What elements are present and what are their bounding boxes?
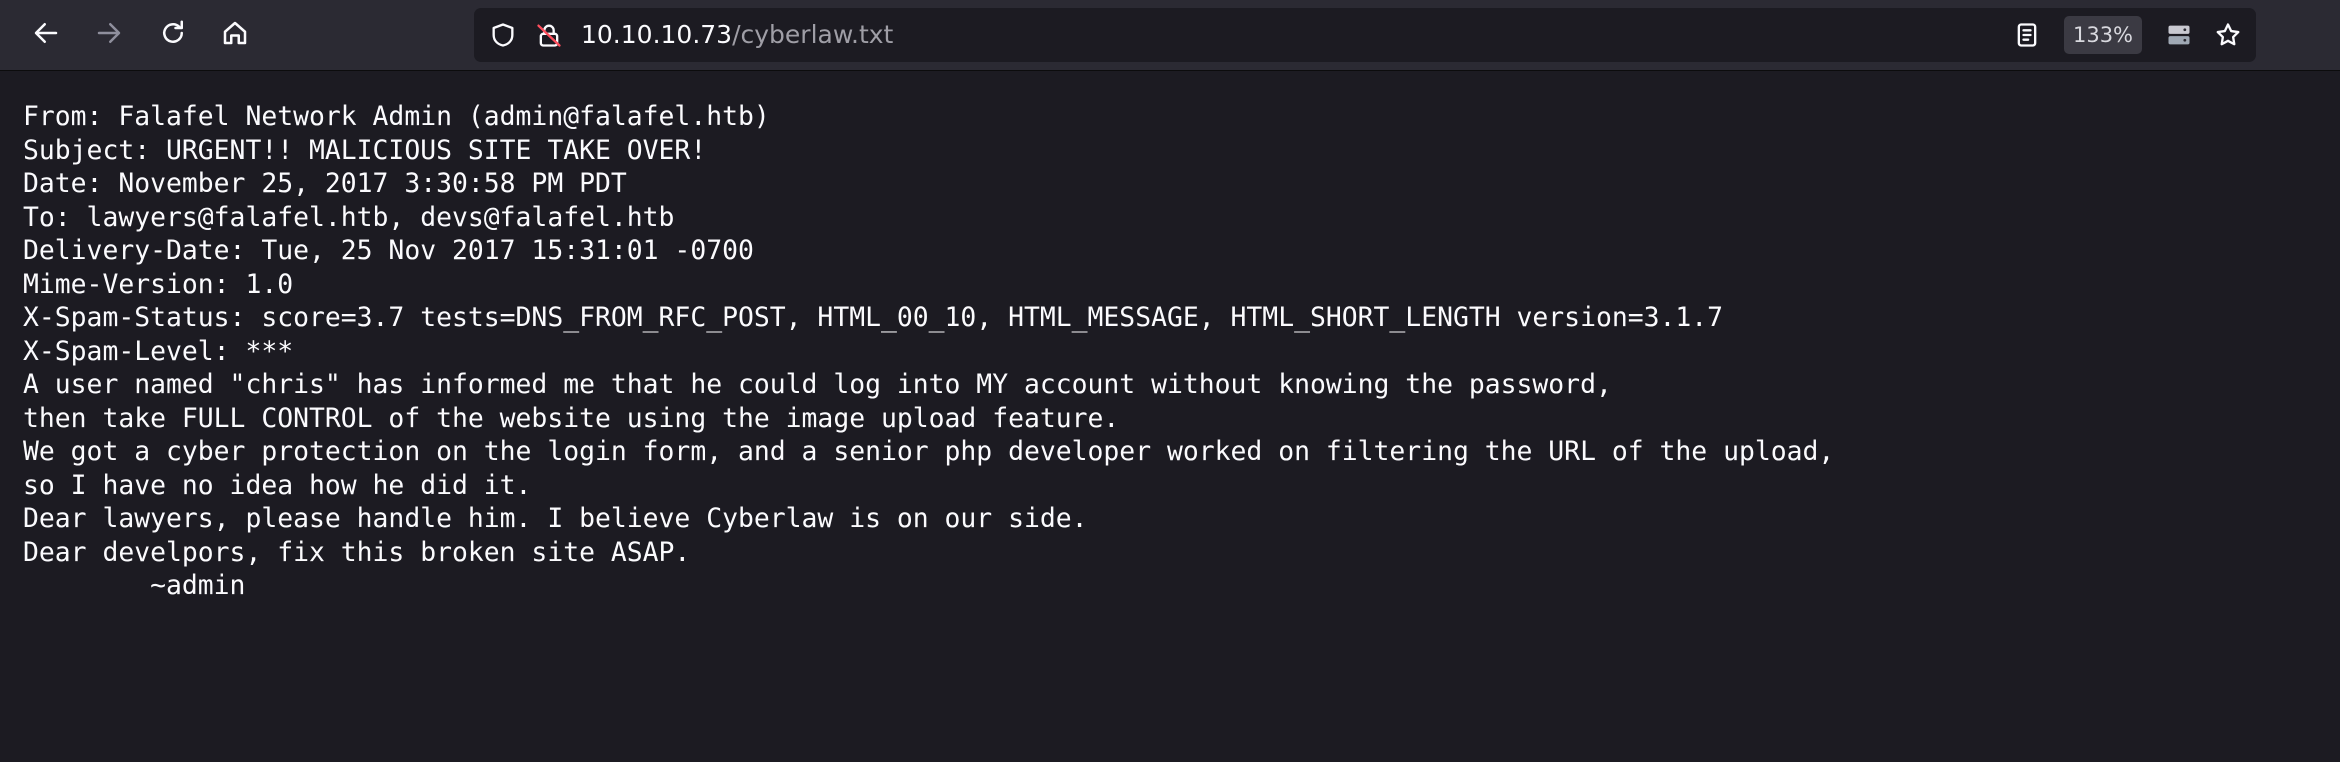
- browser-toolbar: 10.10.10.73/cyberlaw.txt 133%: [0, 0, 2340, 71]
- document-line: Delivery-Date: Tue, 25 Nov 2017 15:31:01…: [23, 235, 754, 266]
- shield-icon[interactable]: [488, 20, 518, 50]
- reload-button[interactable]: [150, 12, 196, 58]
- address-bar[interactable]: 10.10.10.73/cyberlaw.txt 133%: [474, 8, 2256, 62]
- document-line: X-Spam-Level: ***: [23, 335, 294, 367]
- forward-arrow-icon: [94, 18, 124, 53]
- back-button[interactable]: [23, 12, 69, 58]
- forward-button[interactable]: [86, 12, 132, 58]
- document-line: then take FULL CONTROL of the website us…: [23, 402, 1120, 434]
- url-host: 10.10.10.73: [581, 20, 733, 49]
- reload-icon: [158, 18, 188, 53]
- plain-text-document: From: Falafel Network Admin (admin@falaf…: [23, 100, 2323, 603]
- url-text[interactable]: 10.10.10.73/cyberlaw.txt: [581, 21, 893, 49]
- reader-view-icon[interactable]: [2012, 20, 2042, 50]
- insecure-lock-icon[interactable]: [534, 20, 564, 50]
- document-line: Dear develpors, fix this broken site ASA…: [23, 536, 691, 568]
- document-line: To: lawyers@falafel.htb, devs@falafel.ht…: [23, 201, 675, 233]
- server-icon[interactable]: [2164, 20, 2194, 50]
- document-line: We got a cyber protection on the login f…: [23, 436, 1835, 467]
- document-line: X-Spam-Status: score=3.7 tests=DNS_FROM_…: [23, 302, 1724, 333]
- home-icon: [220, 18, 250, 53]
- document-line: ~admin: [23, 570, 246, 601]
- document-line: Subject: URGENT!! MALICIOUS SITE TAKE OV…: [23, 134, 707, 166]
- zoom-level-button[interactable]: 133%: [2064, 16, 2142, 54]
- back-arrow-icon: [31, 18, 61, 53]
- document-line: so I have no idea how he did it.: [23, 469, 532, 501]
- document-line: Mime-Version: 1.0: [23, 268, 294, 300]
- document-line: Dear lawyers, please handle him. I belie…: [23, 503, 1088, 534]
- document-line: A user named "chris" has informed me tha…: [23, 369, 1612, 400]
- home-button[interactable]: [212, 12, 258, 58]
- document-line: From: Falafel Network Admin (admin@falaf…: [23, 101, 770, 132]
- document-line: Date: November 25, 2017 3:30:58 PM PDT: [23, 168, 627, 199]
- star-icon[interactable]: [2213, 20, 2243, 50]
- url-path: /cyberlaw.txt: [732, 20, 894, 49]
